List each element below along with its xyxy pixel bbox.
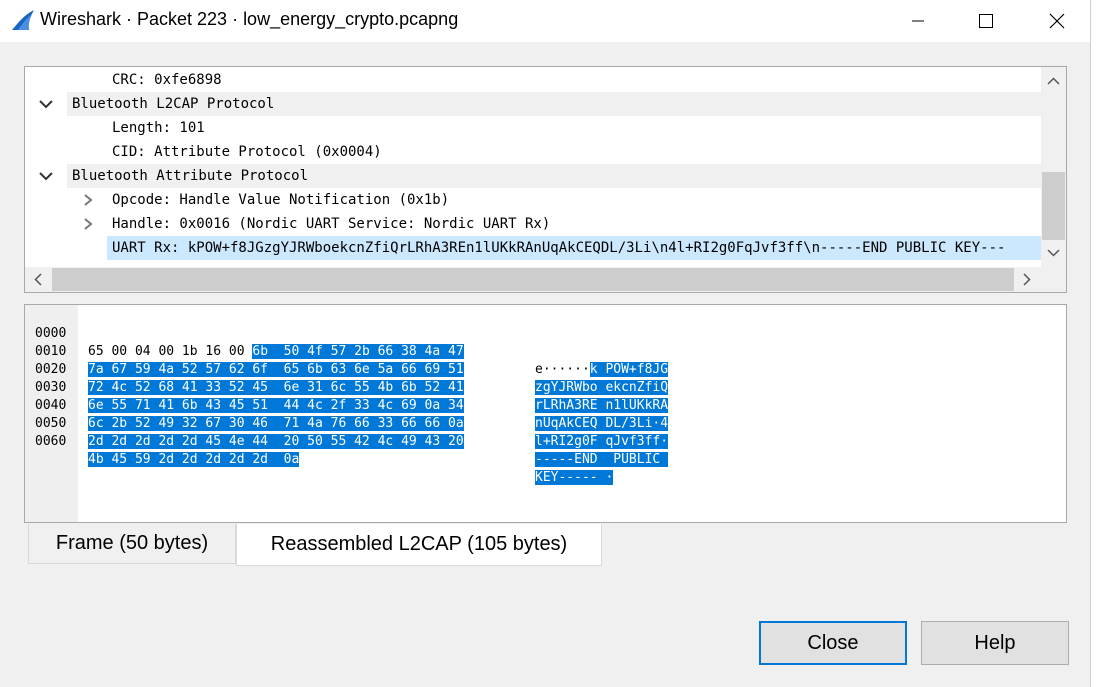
hex-row: 0040 6c 2b 52 49 32 67 30 46 71 4a 76 66… — [25, 379, 669, 449]
packet-bytes-pane[interactable]: 0000 65 00 04 00 1b 16 00 6b 50 4f 57 2b… — [24, 304, 1067, 523]
wireshark-fin-icon — [12, 10, 34, 30]
tree-row-label: Bluetooth Attribute Protocol — [72, 168, 309, 184]
hex-bytes: 7a 67 59 4a 52 57 62 6f 65 6b 63 6e 5a 6… — [88, 361, 464, 379]
tree-row-handle[interactable]: Handle: 0x0016 (Nordic UART Service: Nor… — [25, 212, 1041, 236]
tree-row-att[interactable]: Bluetooth Attribute Protocol — [67, 164, 1041, 188]
help-button[interactable]: Help — [921, 621, 1069, 665]
minimize-icon — [912, 20, 924, 22]
maximize-icon — [979, 14, 993, 28]
tab-reassembled-l2cap[interactable]: Reassembled L2CAP (105 bytes) — [236, 524, 602, 566]
ascii-bytes: nUqAkCEQ DL/3Li·4 — [535, 415, 669, 433]
maximize-button[interactable] — [953, 0, 1019, 42]
chevron-right-icon[interactable] — [81, 194, 95, 206]
hex-bytes: 2d 2d 2d 2d 2d 45 4e 44 20 50 55 42 4c 4… — [88, 433, 464, 451]
hex-bytes: 72 4c 52 68 41 33 52 45 6e 31 6c 55 4b 6… — [88, 379, 464, 397]
chevron-right-icon[interactable] — [81, 218, 95, 230]
tree-row-cid[interactable]: CID: Attribute Protocol (0x0004) — [25, 140, 1041, 164]
vertical-scroll-thumb[interactable] — [1042, 172, 1065, 240]
hex-bytes: 6c 2b 52 49 32 67 30 46 71 4a 76 66 33 6… — [88, 415, 464, 433]
window-border — [1090, 0, 1091, 687]
ascii-selected[interactable]: l+RI2g0F qJvf3ff· — [535, 434, 669, 449]
chevron-down-icon[interactable] — [39, 98, 53, 110]
vertical-scrollbar[interactable] — [1041, 67, 1066, 267]
hex-row: 0020 72 4c 52 68 41 33 52 45 6e 31 6c 55… — [25, 343, 669, 413]
ascii-selected[interactable]: k POW+f8JG — [589, 362, 669, 377]
tree-row-label: Length: 101 — [112, 120, 205, 136]
tree-row-label: UART Rx: kPOW+f8JGzgYJRWboekcnZfiQrLRhA3… — [112, 240, 1006, 256]
tree-row-opcode[interactable]: Opcode: Handle Value Notification (0x1b) — [25, 188, 1041, 212]
close-icon — [1049, 13, 1065, 29]
ascii-selected[interactable]: zgYJRWbo ekcnZfiQ — [535, 380, 669, 395]
scroll-left-icon[interactable] — [34, 273, 42, 286]
ascii-bytes: -----END PUBLIC — [535, 451, 669, 469]
hex-row: 0000 65 00 04 00 1b 16 00 6b 50 4f 57 2b… — [25, 307, 669, 377]
tree-row-length[interactable]: Length: 101 — [25, 116, 1041, 140]
chevron-down-icon[interactable] — [39, 170, 53, 182]
hex-row: 0010 7a 67 59 4a 52 57 62 6f 65 6b 63 6e… — [25, 325, 669, 395]
hex-row: 0060 4b 45 59 2d 2d 2d 2d 2d 0a KEY-----… — [25, 415, 614, 485]
ascii-bytes: zgYJRWbo ekcnZfiQ — [535, 379, 669, 397]
scroll-corner — [1041, 267, 1066, 292]
tree-row-crc[interactable]: CRC: 0xfe6898 — [25, 68, 1041, 92]
hex-bytes-plain[interactable]: 65 00 04 00 1b 16 00 — [88, 344, 252, 359]
packet-details-tree[interactable]: CRC: 0xfe6898 Bluetooth L2CAP Protocol L… — [24, 66, 1067, 293]
hex-bytes: 4b 45 59 2d 2d 2d 2d 2d 0a — [88, 451, 300, 469]
hex-bytes: 65 00 04 00 1b 16 00 6b 50 4f 57 2b 66 3… — [88, 343, 464, 361]
tab-frame[interactable]: Frame (50 bytes) — [28, 524, 236, 564]
scroll-up-icon[interactable] — [1047, 77, 1060, 85]
close-button[interactable]: Close — [759, 621, 907, 665]
hex-row: 0030 6e 55 71 41 6b 43 45 51 44 4c 2f 33… — [25, 361, 669, 431]
hex-bytes: 6e 55 71 41 6b 43 45 51 44 4c 2f 33 4c 6… — [88, 397, 464, 415]
hex-bytes-selected[interactable]: 72 4c 52 68 41 33 52 45 6e 31 6c 55 4b 6… — [88, 380, 464, 395]
ascii-selected[interactable]: nUqAkCEQ DL/3Li·4 — [535, 416, 669, 431]
hex-row: 0050 2d 2d 2d 2d 2d 45 4e 44 20 50 55 42… — [25, 397, 669, 467]
scroll-down-icon[interactable] — [1047, 249, 1060, 257]
hex-offset: 0060 — [35, 434, 67, 449]
tree-row-label: Handle: 0x0016 (Nordic UART Service: Nor… — [112, 216, 551, 232]
hex-bytes-selected[interactable]: 2d 2d 2d 2d 2d 45 4e 44 20 50 55 42 4c 4… — [88, 434, 464, 449]
hex-bytes-selected[interactable]: 7a 67 59 4a 52 57 62 6f 65 6b 63 6e 5a 6… — [88, 362, 464, 377]
horizontal-scrollbar[interactable] — [25, 267, 1041, 292]
ascii-plain[interactable]: e······ — [535, 362, 590, 377]
hex-bytes-selected[interactable]: 6b 50 4f 57 2b 66 38 4a 47 — [252, 344, 464, 359]
ascii-bytes: KEY----- · — [535, 469, 614, 487]
ascii-selected[interactable]: KEY----- · — [535, 470, 614, 485]
hex-bytes-selected[interactable]: 6c 2b 52 49 32 67 30 46 71 4a 76 66 33 6… — [88, 416, 464, 431]
tree-row-l2cap[interactable]: Bluetooth L2CAP Protocol — [67, 92, 1041, 116]
ascii-selected[interactable]: -----END PUBLIC — [535, 452, 669, 467]
horizontal-scroll-thumb[interactable] — [52, 268, 1014, 291]
ascii-selected[interactable]: rLRhA3RE n1lUKkRA — [535, 398, 669, 413]
hex-bytes-selected[interactable]: 4b 45 59 2d 2d 2d 2d 2d 0a — [88, 452, 300, 467]
ascii-bytes: l+RI2g0F qJvf3ff· — [535, 433, 669, 451]
ascii-bytes: e······k POW+f8JG — [535, 361, 669, 379]
minimize-button[interactable] — [885, 0, 951, 42]
tree-row-label: Bluetooth L2CAP Protocol — [72, 96, 275, 112]
tree-row-label: CID: Attribute Protocol (0x0004) — [112, 144, 382, 160]
scroll-right-icon[interactable] — [1023, 273, 1031, 286]
tree-row-uart-rx[interactable]: UART Rx: kPOW+f8JGzgYJRWboekcnZfiQrLRhA3… — [25, 236, 1041, 260]
window-title: Wireshark · Packet 223 · low_energy_cryp… — [40, 9, 459, 29]
tree-row-label: Opcode: Handle Value Notification (0x1b) — [112, 192, 450, 208]
hex-bytes-selected[interactable]: 6e 55 71 41 6b 43 45 51 44 4c 2f 33 4c 6… — [88, 398, 464, 413]
title-bar: Wireshark · Packet 223 · low_energy_cryp… — [0, 0, 1096, 42]
tree-row-label: CRC: 0xfe6898 — [112, 72, 222, 88]
ascii-bytes: rLRhA3RE n1lUKkRA — [535, 397, 669, 415]
window-close-button[interactable] — [1024, 0, 1090, 42]
